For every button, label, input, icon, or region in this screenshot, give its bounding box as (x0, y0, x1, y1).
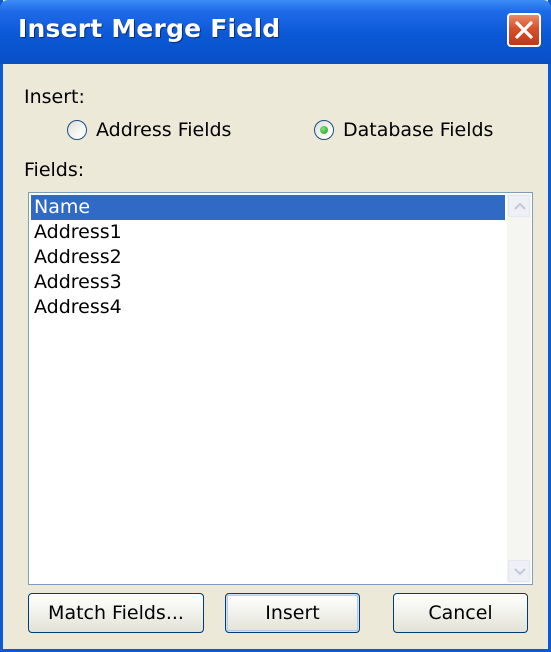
radio-selected-dot (320, 126, 328, 134)
fields-listbox[interactable]: Name Address1 Address2 Address3 Address4 (28, 192, 533, 585)
window-title: Insert Merge Field (18, 14, 281, 43)
chevron-down-icon (514, 568, 526, 576)
insert-merge-field-dialog: Insert Merge Field Insert: Address Field… (0, 0, 551, 652)
scroll-up-button[interactable] (508, 195, 530, 217)
match-fields-button[interactable]: Match Fields... (28, 593, 204, 633)
scroll-down-button[interactable] (508, 560, 530, 582)
title-bar[interactable]: Insert Merge Field (0, 0, 551, 64)
close-icon (515, 21, 533, 39)
list-item[interactable]: Name (31, 195, 505, 220)
address-fields-label: Address Fields (96, 119, 232, 141)
cancel-button[interactable]: Cancel (393, 593, 528, 633)
radio-circle (67, 120, 87, 140)
fields-list: Name Address1 Address2 Address3 Address4 (31, 195, 505, 320)
list-item[interactable]: Address2 (31, 245, 505, 270)
database-fields-radio[interactable]: Database Fields (314, 116, 493, 144)
database-fields-label: Database Fields (343, 119, 494, 141)
close-button[interactable] (507, 13, 541, 47)
list-item[interactable]: Address4 (31, 295, 505, 320)
insert-label: Insert: (24, 86, 85, 108)
insert-button[interactable]: Insert (225, 593, 360, 633)
list-item[interactable]: Address1 (31, 220, 505, 245)
vertical-scrollbar[interactable] (507, 194, 531, 583)
list-item[interactable]: Address3 (31, 270, 505, 295)
radio-circle (314, 120, 334, 140)
chevron-up-icon (514, 202, 526, 210)
address-fields-radio[interactable]: Address Fields (67, 116, 231, 144)
fields-label: Fields: (24, 159, 85, 181)
